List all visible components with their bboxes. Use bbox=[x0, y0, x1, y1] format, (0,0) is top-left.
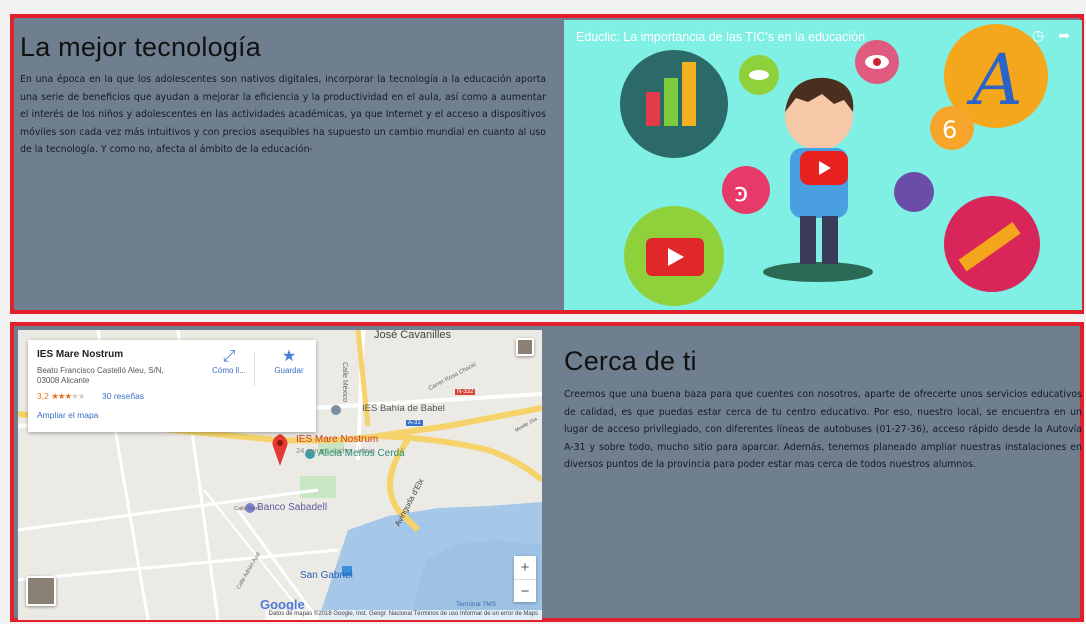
map-label-n332: N-332 bbox=[455, 389, 476, 395]
map-label-alicia: Alicia Merlos Cerdá bbox=[318, 448, 405, 459]
rating-value: 3,2 bbox=[37, 391, 49, 401]
nearby-paragraph: Creemos que una buena baza para que cuen… bbox=[564, 389, 1082, 470]
technology-section: La mejor tecnología En una época en la q… bbox=[10, 14, 1084, 314]
section-title-technology: La mejor tecnología bbox=[20, 32, 261, 62]
save-label: Guardar bbox=[274, 366, 304, 375]
place-rating: 3,2 ★★★★★ bbox=[37, 391, 85, 402]
google-map[interactable]: José Cavanilles Calle México Carrer Rosa… bbox=[18, 330, 542, 620]
place-name: IES Mare Nostrum bbox=[37, 349, 124, 360]
place-info-card: IES Mare Nostrum Beato Francisco Castell… bbox=[28, 340, 316, 432]
place-address: Beato Francisco Castelló Aleu, S/N, 0300… bbox=[37, 366, 164, 385]
play-icon[interactable] bbox=[800, 151, 848, 185]
page: La mejor tecnología En una época en la q… bbox=[0, 0, 1086, 624]
expand-map-link[interactable]: Ampliar el mapa bbox=[37, 410, 98, 420]
location-section: José Cavanilles Calle México Carrer Rosa… bbox=[10, 322, 1084, 622]
share-icon[interactable]: ➦ bbox=[1058, 28, 1070, 44]
user-photo-icon[interactable] bbox=[516, 338, 534, 356]
map-label-calle-mexico: Calle México bbox=[341, 362, 348, 403]
map-label-ies-bahia: IES Bahía de Babel bbox=[362, 403, 445, 414]
reviews-link[interactable]: 30 reseñas bbox=[102, 391, 144, 401]
clock-icon[interactable]: ◷ bbox=[1032, 28, 1044, 44]
svg-text:A: A bbox=[966, 39, 1023, 121]
zoom-out-button[interactable]: − bbox=[514, 579, 536, 602]
section-title-nearby: Cerca de ti bbox=[564, 346, 697, 376]
directions-label: Cómo ll... bbox=[212, 366, 246, 375]
directions-button[interactable]: ⤢ Cómo ll... bbox=[202, 348, 256, 375]
map-label-banco: Banco Sabadell bbox=[257, 502, 328, 513]
map-pin-label[interactable]: IES Mare Nostrum bbox=[296, 434, 378, 445]
zoom-controls: + − bbox=[514, 556, 536, 602]
star-icon: ★ bbox=[281, 348, 297, 365]
map-label-jose-cavanilles: José Cavanilles bbox=[374, 330, 452, 341]
video-controls: ◷ ➦ bbox=[1032, 28, 1070, 44]
rating-stars-icon: ★★★★★ bbox=[51, 391, 85, 401]
map-label-a31: A-31 bbox=[406, 420, 423, 426]
map-label-san-gabriel: San Gabriel bbox=[300, 570, 353, 581]
directions-icon: ⤢ bbox=[222, 348, 236, 365]
card-divider bbox=[254, 352, 255, 386]
technology-paragraph: En una época en la que los adolescentes … bbox=[20, 74, 546, 155]
satellite-toggle-icon[interactable] bbox=[26, 576, 56, 606]
map-label-terminal: Terminal TMS bbox=[456, 601, 496, 608]
map-attribution[interactable]: Datos de mapas ©2018 Google, Inst. Geogr… bbox=[264, 610, 542, 620]
svg-text:ͽ: ͽ bbox=[734, 178, 748, 208]
video-title[interactable]: Educlic: La importancia de las TIC's en … bbox=[576, 30, 865, 44]
save-place-button[interactable]: ★ Guardar bbox=[262, 348, 316, 375]
video-player[interactable]: A 6 ͽ Educlic: La importancia de las TIC… bbox=[564, 20, 1082, 310]
zoom-in-button[interactable]: + bbox=[514, 556, 536, 579]
svg-text:6: 6 bbox=[942, 116, 957, 144]
